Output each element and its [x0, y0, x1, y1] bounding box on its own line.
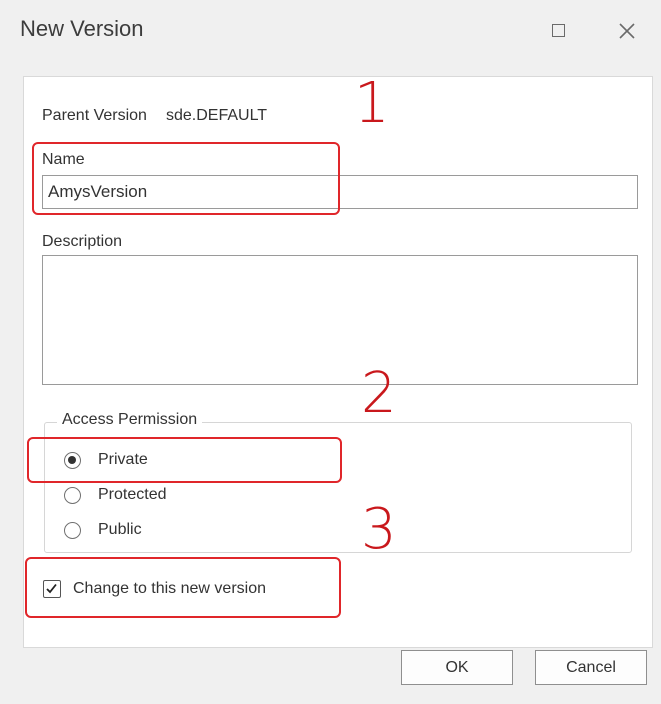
radio-label-public[interactable]: Public: [98, 521, 142, 539]
cancel-button[interactable]: Cancel: [535, 650, 647, 685]
radio-label-protected[interactable]: Protected: [98, 486, 166, 504]
close-icon[interactable]: [616, 18, 638, 44]
ok-button[interactable]: OK: [401, 650, 513, 685]
title-bar: New Version: [0, 0, 661, 68]
maximize-icon[interactable]: [552, 24, 565, 37]
annotation-box-private: [27, 437, 342, 483]
radio-public[interactable]: [64, 522, 81, 539]
annotation-number-1: 1: [354, 71, 390, 136]
annotation-number-3: 3: [361, 497, 397, 562]
access-permission-legend: Access Permission: [57, 411, 203, 429]
description-input[interactable]: [42, 255, 638, 385]
parent-version-label: Parent Version: [42, 107, 147, 124]
annotation-box-change-version: [25, 557, 341, 618]
annotation-number-2: 2: [361, 361, 397, 426]
radio-protected[interactable]: [64, 487, 81, 504]
window-title: New Version: [20, 16, 144, 41]
description-label: Description: [42, 233, 123, 250]
parent-version-value: sde.DEFAULT: [166, 107, 268, 124]
annotation-box-name: [32, 142, 340, 215]
